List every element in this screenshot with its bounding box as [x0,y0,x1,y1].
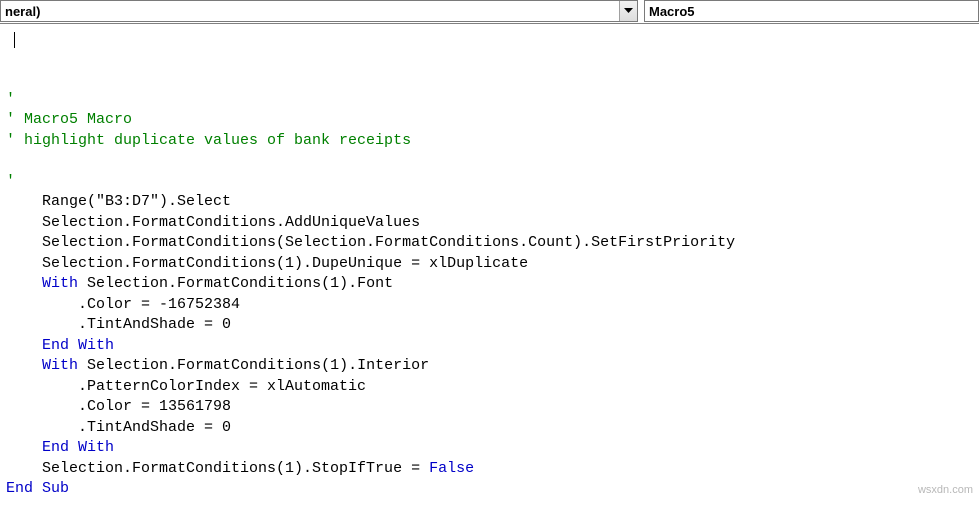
dropdown-toolbar: neral) Macro5 [0,0,979,24]
code-line: ' [6,172,973,193]
code-line: .Color = 13561798 [6,397,973,418]
procedure-selector-dropdown[interactable]: Macro5 [644,0,979,22]
code-line: Selection.FormatConditions(Selection.For… [6,233,973,254]
code-line [6,151,973,172]
object-selector-value: neral) [5,4,619,19]
watermark-text: wsxdn.com [918,484,973,496]
code-line: ' [6,90,973,111]
code-line: End With [6,438,973,459]
code-line: Selection.FormatConditions(1).StopIfTrue… [6,459,973,480]
code-line: .PatternColorIndex = xlAutomatic [6,377,973,398]
code-line: Range("B3:D7").Select [6,192,973,213]
code-line: .TintAndShade = 0 [6,418,973,439]
text-cursor [14,32,15,48]
code-line: With Selection.FormatConditions(1).Inter… [6,356,973,377]
code-line: .TintAndShade = 0 [6,315,973,336]
object-selector-dropdown[interactable]: neral) [0,0,638,22]
code-line: Selection.FormatConditions(1).DupeUnique… [6,254,973,275]
code-editor[interactable]: '' Macro5 Macro' highlight duplicate val… [0,24,979,520]
code-line: With Selection.FormatConditions(1).Font [6,274,973,295]
code-line: End With [6,336,973,357]
code-line: End Sub [6,479,973,500]
code-line: ' highlight duplicate values of bank rec… [6,131,973,152]
code-line: .Color = -16752384 [6,295,973,316]
procedure-selector-value: Macro5 [649,4,978,19]
chevron-down-icon[interactable] [619,1,637,21]
code-line: ' Macro5 Macro [6,110,973,131]
code-line: Selection.FormatConditions.AddUniqueValu… [6,213,973,234]
